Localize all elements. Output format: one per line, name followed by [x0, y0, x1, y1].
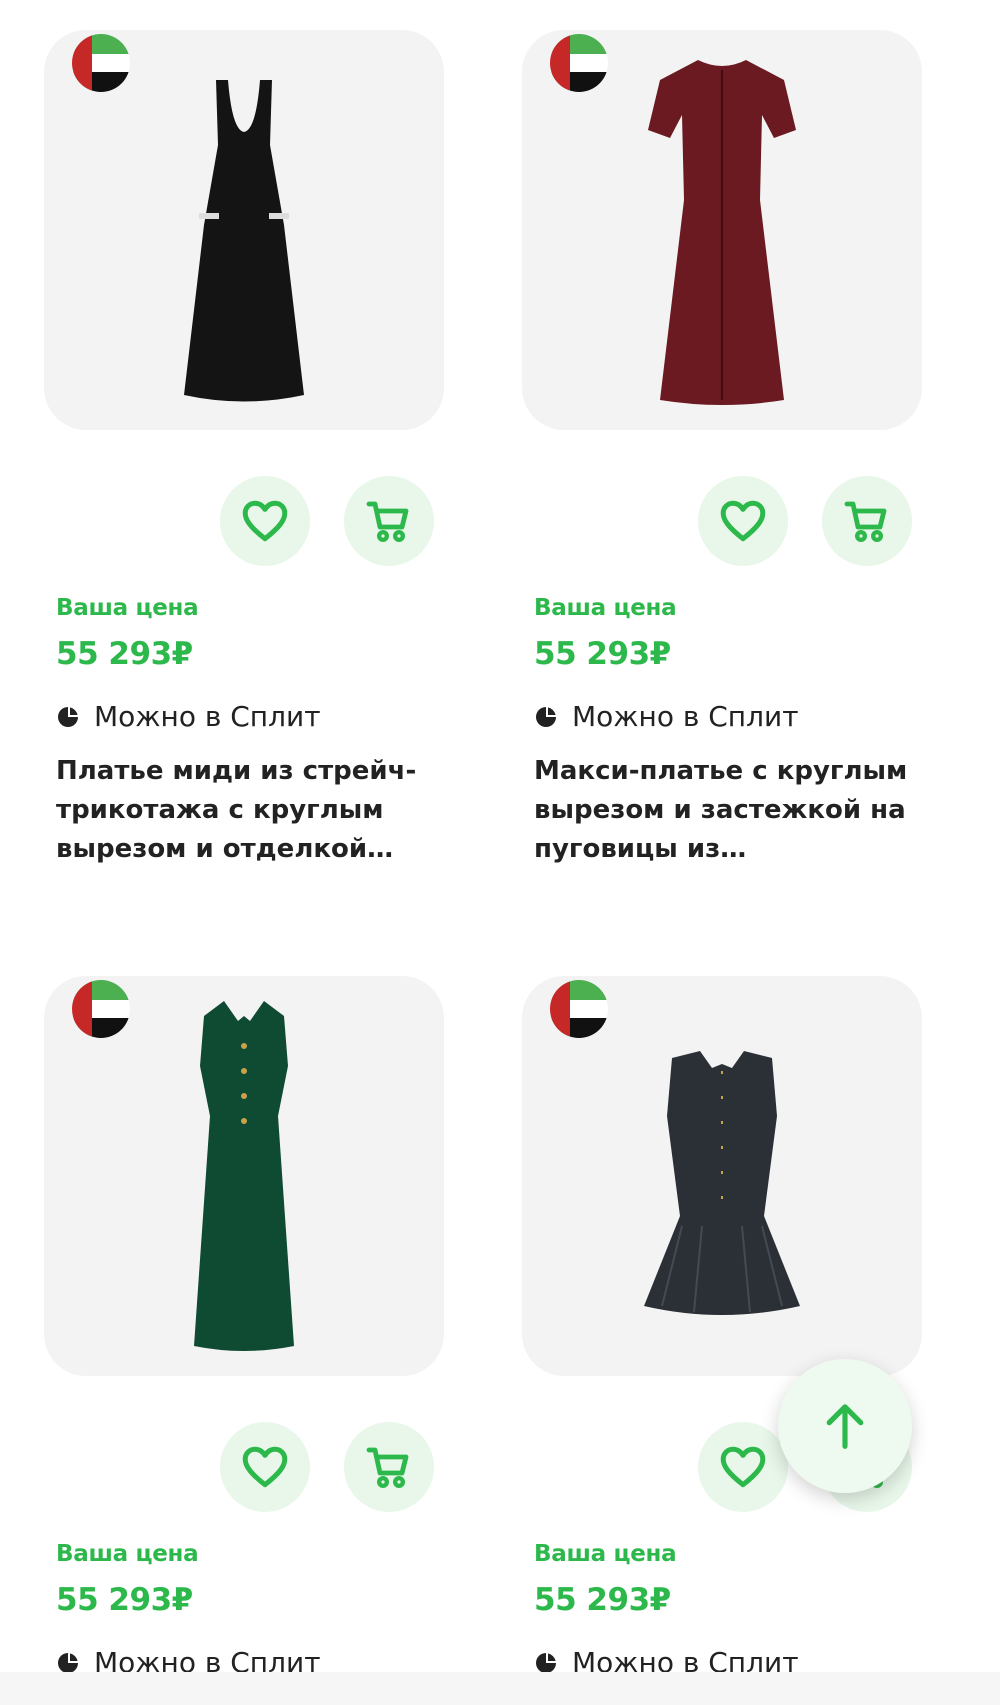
heart-icon: [720, 500, 766, 542]
cart-icon: [844, 501, 887, 543]
favorite-button[interactable]: [220, 1422, 310, 1512]
split-icon: [58, 706, 78, 727]
price-value: 55 293₽: [534, 636, 671, 672]
heart-icon: [242, 500, 288, 542]
uae-flag-icon: [550, 34, 608, 92]
product-title[interactable]: Платье миди из стрейч-трикотажа с круглы…: [56, 752, 446, 869]
split-payment-note: Можно в Сплит: [534, 700, 799, 733]
price-label: Ваша цена: [56, 1541, 199, 1567]
price-label: Ваша цена: [534, 595, 677, 621]
add-to-cart-button[interactable]: [344, 476, 434, 566]
add-to-cart-button[interactable]: [344, 1422, 434, 1512]
product-image[interactable]: [522, 976, 922, 1376]
price-value: 55 293₽: [534, 1582, 671, 1618]
cart-icon: [366, 501, 409, 543]
favorite-button[interactable]: [220, 476, 310, 566]
add-to-cart-button[interactable]: [822, 476, 912, 566]
split-text: Можно в Сплит: [572, 700, 799, 733]
price-label: Ваша цена: [534, 1541, 677, 1567]
split-text: Можно в Сплит: [94, 700, 321, 733]
split-payment-note: Можно в Сплит: [56, 700, 321, 733]
uae-flag-icon: [550, 980, 608, 1038]
product-title[interactable]: Макси-платье с круглым вырезом и застежк…: [534, 752, 924, 869]
split-icon: [536, 706, 556, 727]
scroll-to-top-button[interactable]: [778, 1359, 912, 1493]
favorite-button[interactable]: [698, 476, 788, 566]
split-icon: [58, 1652, 78, 1673]
arrow-up-icon: [826, 1404, 864, 1449]
split-icon: [536, 1652, 556, 1673]
uae-flag-icon: [72, 34, 130, 92]
uae-flag-icon: [72, 980, 130, 1038]
bottom-edge: [0, 1672, 1000, 1705]
product-image[interactable]: [522, 30, 922, 430]
price-value: 55 293₽: [56, 1582, 193, 1618]
product-image[interactable]: [44, 976, 444, 1376]
price-label: Ваша цена: [56, 595, 199, 621]
cart-icon: [366, 1447, 409, 1489]
favorite-button[interactable]: [698, 1422, 788, 1512]
product-image[interactable]: [44, 30, 444, 430]
heart-icon: [720, 1446, 766, 1488]
price-value: 55 293₽: [56, 636, 193, 672]
heart-icon: [242, 1446, 288, 1488]
